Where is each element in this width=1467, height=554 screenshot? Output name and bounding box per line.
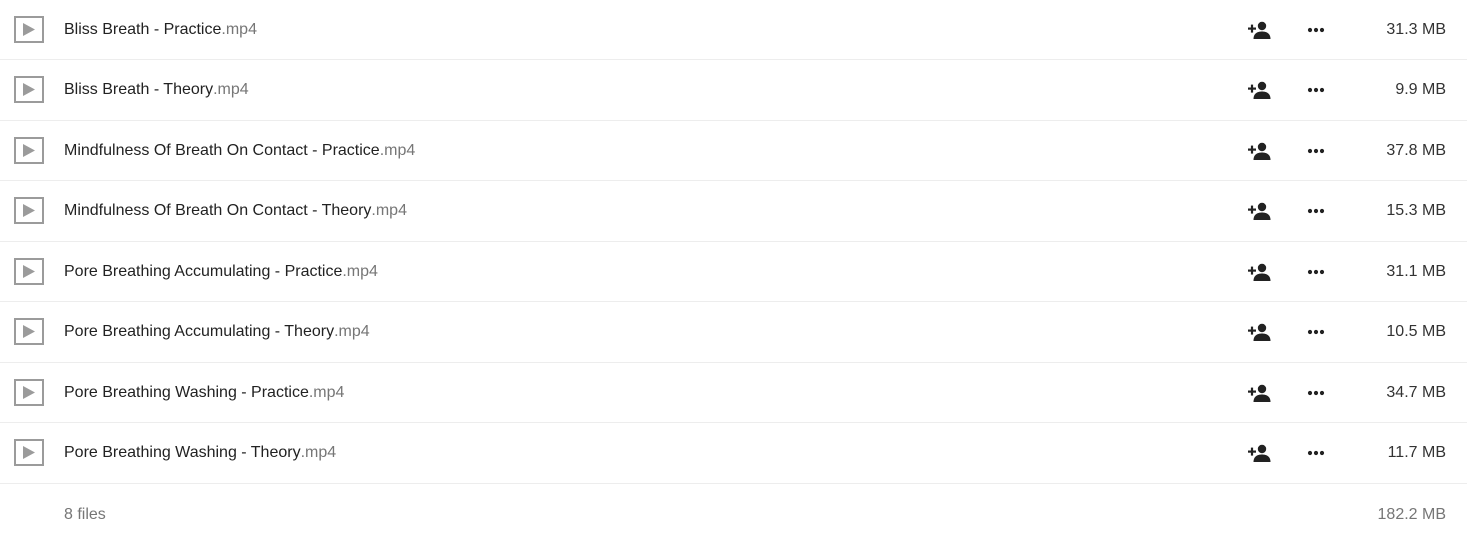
more-actions-button[interactable]: [1304, 260, 1328, 284]
file-extension: .mp4: [221, 20, 257, 38]
more-actions-button[interactable]: [1304, 320, 1328, 344]
file-name[interactable]: Pore Breathing Accumulating - Theory .mp4: [64, 302, 370, 362]
file-name[interactable]: Pore Breathing Washing - Practice .mp4: [64, 363, 344, 422]
file-row[interactable]: Pore Breathing Washing - Theory .mp4 11.7…: [0, 423, 1467, 484]
share-button[interactable]: [1247, 199, 1273, 223]
file-basename: Pore Breathing Washing - Theory: [64, 444, 301, 461]
file-row[interactable]: Pore Breathing Accumulating - Theory .mp4…: [0, 302, 1467, 363]
file-name[interactable]: Pore Breathing Accumulating - Practice .m…: [64, 242, 378, 301]
file-extension: .mp4: [334, 323, 370, 340]
share-button[interactable]: [1247, 381, 1273, 405]
file-size: 31.1 MB: [1386, 262, 1446, 280]
file-row[interactable]: Mindfulness Of Breath On Contact - Theor…: [0, 181, 1467, 242]
share-button[interactable]: [1247, 320, 1273, 344]
share-person-add-icon: [1248, 384, 1271, 402]
file-extension: .mp4: [342, 262, 378, 280]
video-play-icon[interactable]: [14, 318, 44, 345]
file-extension: .mp4: [379, 141, 416, 159]
more-actions-button[interactable]: [1304, 78, 1328, 102]
file-basename: Bliss Breath - Practice: [64, 20, 222, 38]
file-size: 10.5 MB: [1386, 323, 1446, 340]
file-count: 8 files: [64, 506, 106, 523]
file-row[interactable]: Bliss Breath - Theory .mp4 9.9 MB: [0, 60, 1467, 121]
more-horizontal-icon: [1307, 329, 1325, 335]
more-horizontal-icon: [1307, 87, 1325, 93]
file-size: 15.3 MB: [1386, 202, 1446, 219]
video-play-icon[interactable]: [14, 439, 44, 466]
more-actions-button[interactable]: [1304, 18, 1328, 42]
more-horizontal-icon: [1307, 148, 1325, 154]
share-person-add-icon: [1248, 21, 1271, 39]
more-horizontal-icon: [1307, 27, 1325, 33]
share-button[interactable]: [1247, 441, 1273, 465]
file-extension: .mp4: [371, 202, 407, 219]
more-horizontal-icon: [1307, 269, 1325, 275]
file-extension: .mp4: [308, 383, 345, 401]
more-horizontal-icon: [1307, 450, 1325, 456]
share-person-add-icon: [1248, 202, 1271, 220]
file-basename: Pore Breathing Washing - Practice: [64, 383, 309, 401]
file-list-summary: 8 files 182.2 MB: [0, 484, 1467, 546]
share-button[interactable]: [1247, 260, 1273, 284]
file-basename: Pore Breathing Accumulating - Theory: [64, 323, 335, 340]
video-play-icon[interactable]: [14, 379, 44, 406]
file-basename: Mindfulness Of Breath On Contact - Pract…: [64, 141, 380, 159]
file-extension: .mp4: [213, 81, 249, 98]
more-actions-button[interactable]: [1304, 381, 1328, 405]
more-horizontal-icon: [1307, 208, 1325, 214]
file-name[interactable]: Bliss Breath - Practice .mp4: [64, 0, 257, 59]
share-button[interactable]: [1247, 18, 1273, 42]
file-basename: Pore Breathing Accumulating - Practice: [64, 262, 343, 280]
file-name[interactable]: Pore Breathing Washing - Theory .mp4: [64, 423, 336, 483]
file-basename: Mindfulness Of Breath On Contact - Theor…: [64, 202, 372, 219]
video-play-icon[interactable]: [14, 197, 44, 224]
file-row[interactable]: Pore Breathing Washing - Practice .mp4 34…: [0, 363, 1467, 423]
file-basename: Bliss Breath - Theory: [64, 81, 214, 98]
share-person-add-icon: [1248, 323, 1271, 341]
more-actions-button[interactable]: [1304, 139, 1328, 163]
file-row[interactable]: Mindfulness Of Breath On Contact - Pract…: [0, 121, 1467, 181]
file-extension: .mp4: [300, 444, 337, 461]
file-size: 37.8 MB: [1386, 141, 1446, 159]
file-row[interactable]: Bliss Breath - Practice .mp4 31.3 MB: [0, 0, 1467, 60]
more-actions-button[interactable]: [1304, 199, 1328, 223]
video-play-icon[interactable]: [14, 76, 44, 103]
share-person-add-icon: [1248, 263, 1271, 281]
total-size: 182.2 MB: [1377, 506, 1446, 523]
file-name[interactable]: Mindfulness Of Breath On Contact - Pract…: [64, 121, 415, 180]
share-button[interactable]: [1247, 78, 1273, 102]
video-play-icon[interactable]: [14, 258, 44, 285]
file-list: Bliss Breath - Practice .mp4 31.3 MB Blis…: [0, 0, 1467, 546]
file-size: 34.7 MB: [1386, 383, 1446, 401]
share-person-add-icon: [1248, 444, 1271, 462]
file-size: 31.3 MB: [1386, 20, 1446, 38]
share-person-add-icon: [1248, 142, 1271, 160]
more-horizontal-icon: [1307, 390, 1325, 396]
video-play-icon[interactable]: [14, 137, 44, 164]
share-person-add-icon: [1248, 81, 1271, 99]
share-button[interactable]: [1247, 139, 1273, 163]
more-actions-button[interactable]: [1304, 441, 1328, 465]
file-name[interactable]: Mindfulness Of Breath On Contact - Theor…: [64, 181, 407, 241]
file-name[interactable]: Bliss Breath - Theory .mp4: [64, 60, 249, 120]
file-size: 9.9 MB: [1395, 81, 1446, 98]
file-row[interactable]: Pore Breathing Accumulating - Practice .m…: [0, 242, 1467, 302]
video-play-icon[interactable]: [14, 16, 44, 43]
file-size: 11.7 MB: [1387, 444, 1446, 461]
